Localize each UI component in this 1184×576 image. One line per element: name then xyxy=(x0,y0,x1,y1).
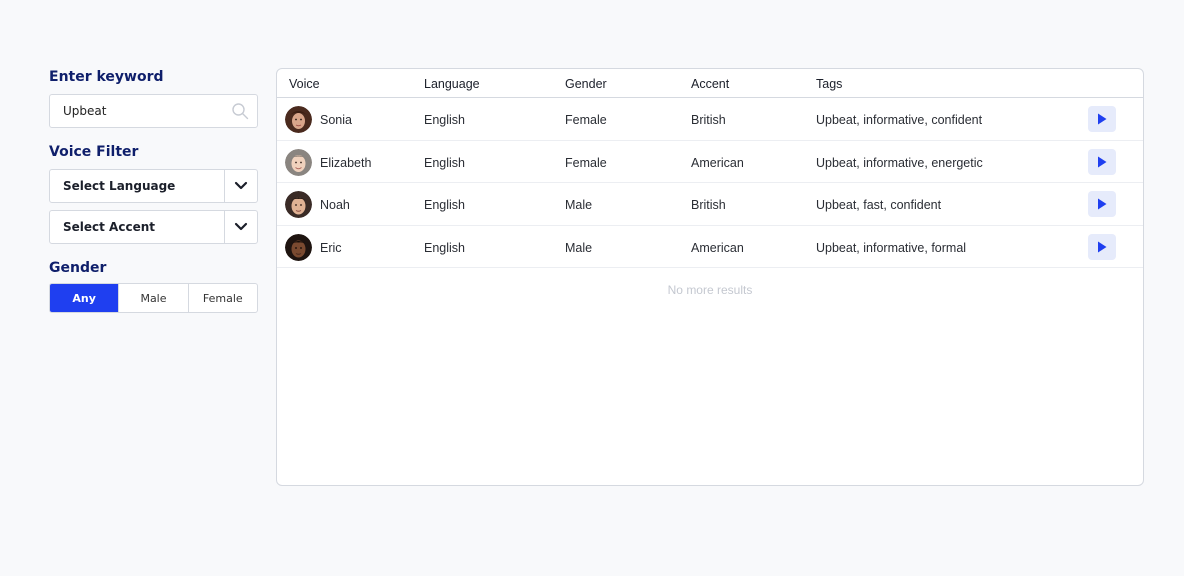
play-icon xyxy=(1098,113,1107,125)
avatar xyxy=(285,191,312,218)
voice-name: Sonia xyxy=(320,113,352,127)
gender-title: Gender xyxy=(49,260,107,276)
play-icon xyxy=(1098,156,1107,167)
voice-gender: Male xyxy=(565,240,593,255)
voice-tags: Upbeat, informative, formal xyxy=(816,240,967,255)
voice-tags: Upbeat, informative, energetic xyxy=(816,155,983,170)
table-row[interactable]: Elizabeth English Female American Upbeat… xyxy=(277,141,1143,183)
header-tags: Tags xyxy=(816,77,843,91)
avatar xyxy=(285,233,312,261)
avatar xyxy=(285,148,312,176)
header-voice: Voice xyxy=(289,77,320,91)
gender-option-any[interactable]: Any xyxy=(50,284,119,312)
voice-accent: American xyxy=(691,240,744,255)
gender-toggle: Any Male Female xyxy=(49,283,258,313)
voice-accent: American xyxy=(691,155,744,170)
voice-language: English xyxy=(424,155,465,170)
accent-select-label: Select Accent xyxy=(63,220,155,234)
play-button[interactable] xyxy=(1088,106,1116,132)
language-select[interactable]: Select Language xyxy=(49,169,258,203)
header-accent: Accent xyxy=(691,77,730,91)
voice-name: Elizabeth xyxy=(320,155,372,170)
play-icon xyxy=(1098,198,1107,210)
play-icon xyxy=(1098,241,1107,252)
header-language: Language xyxy=(424,77,480,91)
play-button[interactable] xyxy=(1088,148,1116,175)
table-row[interactable]: Eric English Male American Upbeat, infor… xyxy=(277,226,1143,268)
voice-tags: Upbeat, fast, confident xyxy=(816,198,942,212)
keyword-title: Enter keyword xyxy=(49,69,164,85)
voice-gender: Male xyxy=(565,198,593,212)
no-more-results-note: No more results xyxy=(667,283,753,297)
language-select-label: Select Language xyxy=(63,179,176,193)
voice-filter-title: Voice Filter xyxy=(49,144,139,160)
voice-name: Noah xyxy=(320,198,350,212)
voice-language: English xyxy=(424,113,465,127)
chevron-down-icon[interactable] xyxy=(225,211,257,243)
table-row[interactable]: Noah English Male British Upbeat, fast, … xyxy=(277,183,1143,226)
voice-accent: British xyxy=(691,113,726,127)
voice-gender: Female xyxy=(565,155,607,170)
play-button[interactable] xyxy=(1088,233,1116,260)
voice-name: Eric xyxy=(320,240,342,255)
play-button[interactable] xyxy=(1088,191,1116,217)
accent-select[interactable]: Select Accent xyxy=(49,210,258,244)
voice-results-table: Voice Language Gender Accent Tags Sonia … xyxy=(276,68,1144,486)
search-input[interactable] xyxy=(50,96,220,126)
table-header: Voice Language Gender Accent Tags xyxy=(277,69,1143,98)
voice-library-page: Enter keyword Voice Filter Select Langua… xyxy=(0,0,1184,576)
header-gender: Gender xyxy=(565,77,607,91)
avatar xyxy=(285,106,312,133)
voice-language: English xyxy=(424,240,465,255)
filter-panel: Enter keyword Voice Filter Select Langua… xyxy=(49,68,258,313)
voice-language: English xyxy=(424,198,465,212)
search-box[interactable] xyxy=(49,94,258,128)
search-icon[interactable] xyxy=(231,102,249,120)
gender-option-female[interactable]: Female xyxy=(187,284,257,312)
voice-accent: British xyxy=(691,198,726,212)
voice-tags: Upbeat, informative, confident xyxy=(816,113,983,127)
table-row[interactable]: Sonia English Female British Upbeat, inf… xyxy=(277,98,1143,141)
voice-gender: Female xyxy=(565,113,607,127)
gender-option-male[interactable]: Male xyxy=(118,284,187,312)
chevron-down-icon[interactable] xyxy=(225,170,257,202)
